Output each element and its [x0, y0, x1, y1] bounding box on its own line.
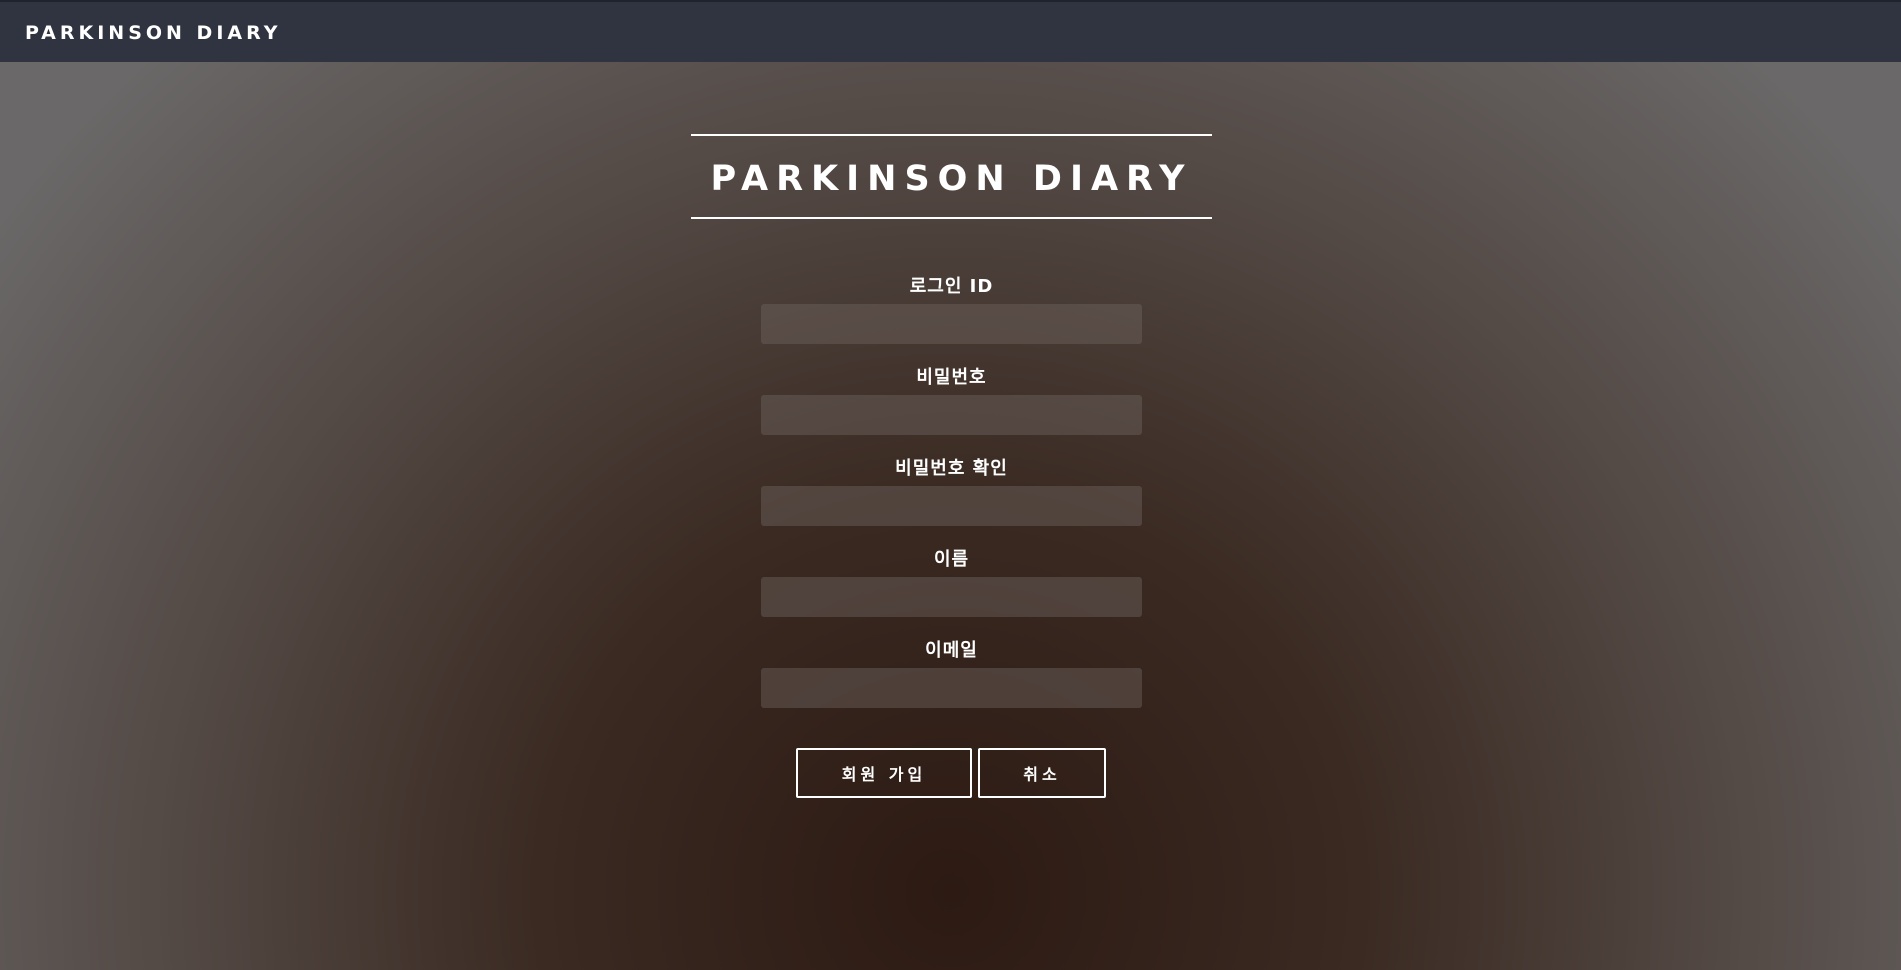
- password-confirm-input[interactable]: [761, 486, 1142, 526]
- signup-button[interactable]: 회원 가입: [796, 748, 972, 798]
- hero-banner: PARKINSON DIARY: [691, 134, 1212, 219]
- password-input[interactable]: [761, 395, 1142, 435]
- login-id-field: 로그인 ID: [761, 274, 1142, 365]
- password-label: 비밀번호: [916, 367, 987, 388]
- name-label: 이름: [933, 549, 970, 570]
- name-input[interactable]: [761, 577, 1142, 617]
- email-label: 이메일: [925, 640, 978, 661]
- login-id-input[interactable]: [761, 304, 1142, 344]
- page-title: PARKINSON DIARY: [710, 159, 1193, 199]
- password-confirm-label: 비밀번호 확인: [895, 458, 1008, 479]
- top-navbar: PARKINSON DIARY: [0, 0, 1901, 62]
- email-field: 이메일: [761, 638, 1142, 729]
- email-input[interactable]: [761, 668, 1142, 708]
- signup-form: 로그인 ID 비밀번호 비밀번호 확인 이름 이메일: [761, 274, 1142, 729]
- login-id-label: 로그인 ID: [909, 276, 994, 297]
- password-confirm-field: 비밀번호 확인: [761, 456, 1142, 547]
- password-field: 비밀번호: [761, 365, 1142, 456]
- brand-link[interactable]: PARKINSON DIARY: [25, 21, 281, 45]
- name-field: 이름: [761, 547, 1142, 638]
- cancel-button[interactable]: 취소: [978, 748, 1106, 798]
